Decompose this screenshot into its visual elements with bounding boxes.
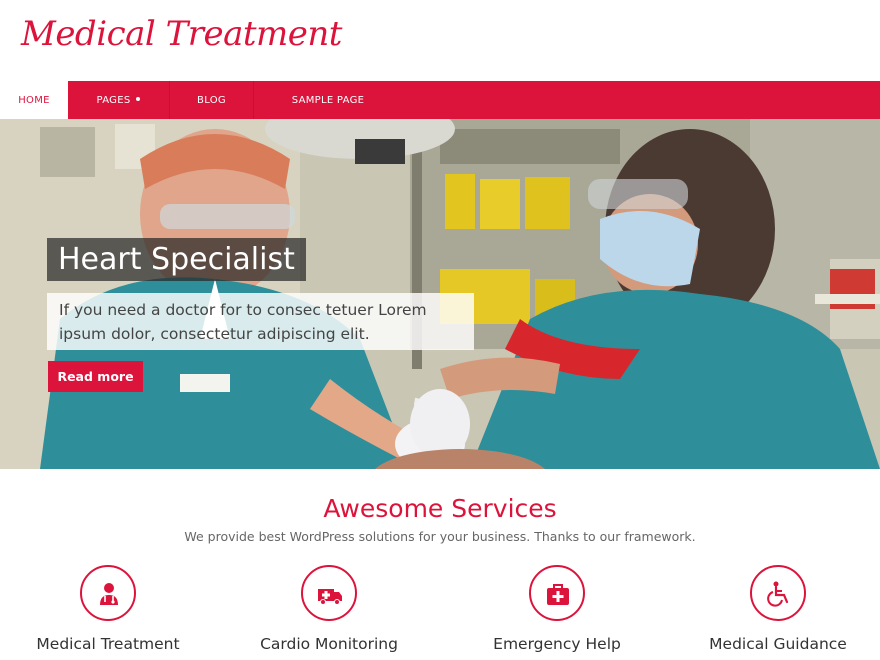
service-medical-guidance[interactable]: Medical Guidance bbox=[678, 565, 878, 660]
nav-item-blog[interactable]: BLOG bbox=[170, 81, 254, 119]
service-label: Medical Treatment bbox=[36, 635, 180, 653]
wheelchair-icon bbox=[767, 581, 789, 607]
nav-item-label: PAGES bbox=[96, 95, 131, 106]
services-subtitle: We provide best WordPress solutions for … bbox=[184, 529, 696, 544]
service-label: Medical Guidance bbox=[709, 635, 847, 653]
site-logo[interactable]: Medical Treatment bbox=[21, 14, 342, 54]
nav-item-sample-page[interactable]: SAMPLE PAGE bbox=[254, 81, 402, 119]
nav-item-label: HOME bbox=[18, 95, 50, 106]
hero-slider: Heart Specialist If you need a doctor fo… bbox=[0, 119, 880, 469]
nav-item-label: BLOG bbox=[197, 95, 226, 106]
read-more-button[interactable]: Read more bbox=[48, 361, 143, 392]
doctor-icon bbox=[100, 583, 118, 605]
nav-item-home[interactable]: HOME bbox=[0, 81, 68, 119]
hero-title: Heart Specialist bbox=[47, 238, 306, 281]
hero-description: If you need a doctor for to consec tetue… bbox=[47, 293, 474, 350]
medical-kit-icon bbox=[547, 584, 569, 605]
service-cardio-monitoring[interactable]: Cardio Monitoring bbox=[229, 565, 429, 660]
service-emergency-help[interactable]: Emergency Help bbox=[457, 565, 657, 660]
ambulance-icon bbox=[318, 589, 342, 605]
main-navigation: HOME PAGES BLOG SAMPLE PAGE bbox=[0, 81, 880, 119]
nav-item-pages[interactable]: PAGES bbox=[68, 81, 170, 119]
service-icon-circle bbox=[529, 565, 585, 621]
service-label: Cardio Monitoring bbox=[260, 635, 398, 653]
service-medical-treatment[interactable]: Medical Treatment bbox=[8, 565, 208, 660]
service-label: Emergency Help bbox=[493, 635, 621, 653]
service-icon-circle bbox=[301, 565, 357, 621]
site-header: Medical Treatment bbox=[0, 0, 880, 81]
service-icon-circle bbox=[750, 565, 806, 621]
service-icon-circle bbox=[80, 565, 136, 621]
services-title: Awesome Services bbox=[323, 494, 557, 523]
submenu-indicator-icon bbox=[136, 97, 141, 101]
services-section: Awesome Services We provide best WordPre… bbox=[0, 469, 880, 660]
nav-item-label: SAMPLE PAGE bbox=[291, 95, 365, 106]
